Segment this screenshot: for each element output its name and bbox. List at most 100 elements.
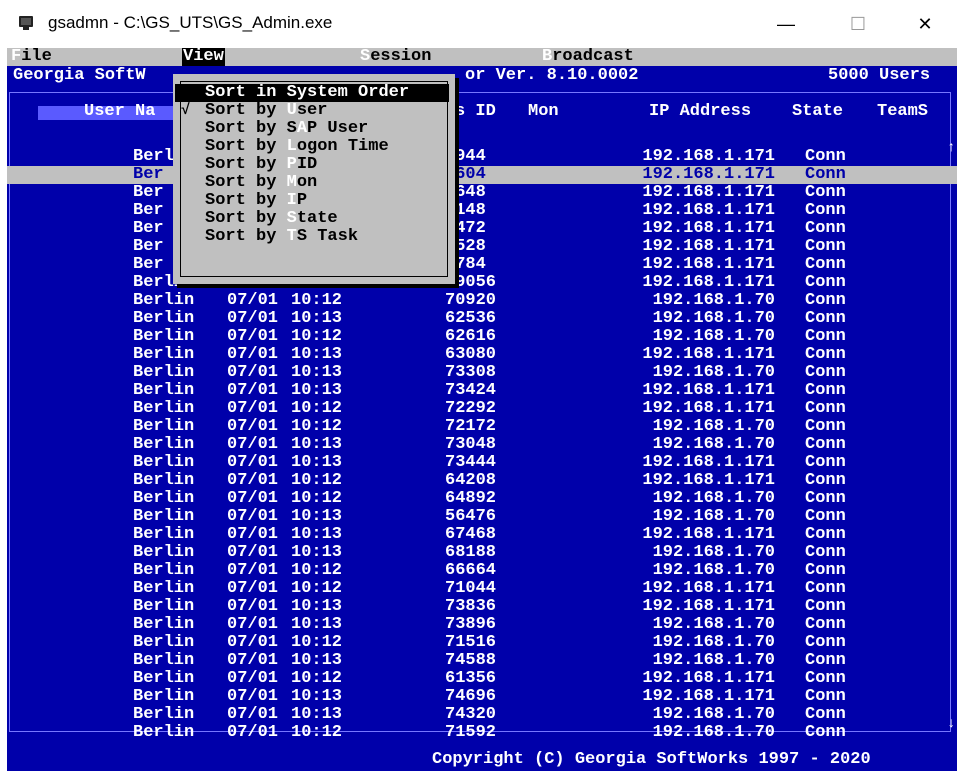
close-button[interactable]: ✕ [902, 0, 948, 48]
cell-user: Berlin [133, 291, 195, 310]
cell-id: 63080 [445, 345, 497, 364]
scroll-down-arrow[interactable]: ↓ [947, 716, 955, 732]
cell-time: 10:13 [291, 507, 343, 526]
label-text: tate [296, 209, 338, 228]
cell-time: 10:12 [291, 579, 343, 598]
window-title: gsadmn - C:\GS_UTS\GS_Admin.exe [48, 13, 333, 32]
table-row[interactable]: Berlin 07/01 10:13 73896 192.168.1.70 Conn [7, 616, 957, 634]
menu-session[interactable]: Session [360, 48, 431, 66]
table-row[interactable]: Berlin 07/01 10:13 74588 192.168.1.70 Conn [7, 652, 957, 670]
cell-ip: 192.168.1.171 [642, 345, 775, 364]
table-row[interactable]: Ber 0784 192.168.1.171 Conn [7, 256, 957, 274]
table-row[interactable]: Berlin 07/01 10:13 73836 192.168.1.171 Conn [7, 598, 957, 616]
cell-id: 73836 [445, 597, 497, 616]
table-row[interactable]: Berlin 07/01 10:12 71592 192.168.1.70 Conn [7, 724, 957, 742]
cell-ip: 192.168.1.70 [652, 615, 775, 634]
cell-state: Conn [805, 255, 846, 274]
cell-ip: 192.168.1.171 [642, 237, 775, 256]
table-row[interactable]: Berlin 07/01 10:12 66664 192.168.1.70 Conn [7, 562, 957, 580]
cell-ip: 192.168.1.171 [642, 669, 775, 688]
table-row[interactable]: Berlin 07/01 10:12 71044 192.168.1.171 Conn [7, 580, 957, 598]
column-header-user[interactable]: User Na [84, 103, 155, 121]
column-header-mon[interactable]: Mon [528, 103, 559, 121]
cell-time: 10:13 [291, 705, 343, 724]
table-row[interactable]: Berlin 07/01 10:12 62616 192.168.1.70 Conn [7, 328, 957, 346]
cell-ip: 192.168.1.171 [642, 525, 775, 544]
maximize-icon: ☐ [849, 13, 867, 34]
cell-date: 07/01 [227, 309, 279, 328]
column-header-teams[interactable]: TeamS [877, 103, 928, 121]
cell-ip: 192.168.1.171 [642, 687, 775, 706]
view-menu-item[interactable]: Sort by Mon [175, 174, 449, 192]
table-row[interactable]: Ber 4528 192.168.1.171 Conn [7, 238, 957, 256]
table-row[interactable]: Berlin07/0110:1269056192.168.1.171Conn [7, 274, 957, 292]
menu-broadcast[interactable]: Broadcast [542, 48, 634, 66]
view-menu-item-label: Sort by SAP User [205, 120, 368, 138]
cell-time: 10:13 [291, 525, 343, 544]
table-row[interactable]: Berlin 07/01 10:13 74320 192.168.1.70 Conn [7, 706, 957, 724]
table-row[interactable]: Berlin 07/01 10:13 67468 192.168.1.171 Conn [7, 526, 957, 544]
cell-id: 73896 [445, 615, 497, 634]
table-row[interactable]: Berlin 07/01 10:13 68188 192.168.1.70 Conn [7, 544, 957, 562]
label-text: Sort by S [205, 119, 297, 138]
column-header-id[interactable]: s ID [455, 103, 496, 121]
label-text: on [296, 173, 318, 192]
maximize-button[interactable]: ☐ [835, 0, 881, 48]
table-row[interactable]: Berlin 07/01 10:12 64208 192.168.1.171 Conn [7, 472, 957, 490]
table-row[interactable]: Berlin 07/01 10:13 73048 192.168.1.70 Conn [7, 436, 957, 454]
scroll-up-arrow[interactable]: ↑ [947, 140, 955, 156]
table-row[interactable]: Berlin 07/01 10:12 72172 192.168.1.70 Conn [7, 418, 957, 436]
table-row[interactable]: Berlin 07/01 10:13 62536 192.168.1.70 Conn [7, 310, 957, 328]
cell-user: Berlin [133, 525, 195, 544]
menu-bar: File View Session Broadcast [7, 48, 957, 66]
table-row[interactable]: Berlin 07/01 10:13 73308 192.168.1.70 Conn [7, 364, 957, 382]
minimize-button[interactable]: — [763, 0, 809, 48]
minimize-icon: — [777, 13, 795, 34]
table-row[interactable]: Berlin 07/01 10:13 63080 192.168.1.171 Conn [7, 346, 957, 364]
cell-state: Conn [805, 723, 846, 742]
view-menu-item[interactable]: Sort by State [175, 210, 449, 228]
table-row[interactable]: Ber 4472 192.168.1.171 Conn [7, 220, 957, 238]
cell-state: Conn [805, 363, 846, 382]
table-row[interactable]: Ber 3604 192.168.1.171 Conn [7, 166, 957, 184]
cell-ip: 192.168.1.171 [642, 273, 775, 292]
cell-time: 10:12 [291, 399, 343, 418]
view-menu-item-label: Sort by IP [205, 192, 307, 210]
table-row[interactable]: Ber 3148 192.168.1.171 Conn [7, 202, 957, 220]
table-row[interactable]: Berl 3944 192.168.1.171 Conn [7, 148, 957, 166]
view-menu-item[interactable]: Sort by SAP User [175, 120, 449, 138]
view-menu-item[interactable]: Sort by IP [175, 192, 449, 210]
column-header-ip[interactable]: IP Address [649, 103, 751, 121]
table-row[interactable]: Berlin 07/01 10:12 72292 192.168.1.171 Conn [7, 400, 957, 418]
cell-time: 10:12 [291, 669, 343, 688]
column-header-state[interactable]: State [792, 103, 843, 121]
table-row[interactable]: Berlin 07/01 10:13 74696 192.168.1.171 Conn [7, 688, 957, 706]
label-text: Sort in [205, 83, 287, 102]
view-menu-item[interactable]: Sort by PID [175, 156, 449, 174]
cell-date: 07/01 [227, 435, 279, 454]
cell-ip: 192.168.1.171 [642, 201, 775, 220]
cell-ip: 192.168.1.171 [642, 219, 775, 238]
table-row[interactable]: Berlin 07/01 10:12 71516 192.168.1.70 Conn [7, 634, 957, 652]
cell-state: Conn [805, 183, 846, 202]
cell-date: 07/01 [227, 489, 279, 508]
cell-id: 74696 [445, 687, 497, 706]
cell-time: 10:13 [291, 615, 343, 634]
table-row[interactable]: Berlin 07/01 10:12 61356 192.168.1.171 Conn [7, 670, 957, 688]
table-row[interactable]: Berlin 07/01 10:13 56476 192.168.1.70 Conn [7, 508, 957, 526]
menu-file[interactable]: File [11, 48, 52, 66]
view-menu-item[interactable]: Sort by TS Task [175, 228, 449, 246]
view-menu-item[interactable]: √ Sort by User [175, 102, 449, 120]
table-row[interactable]: Ber 1648 192.168.1.171 Conn [7, 184, 957, 202]
cell-ip: 192.168.1.171 [642, 453, 775, 472]
cell-ip: 192.168.1.171 [642, 165, 775, 184]
view-menu-item[interactable]: Sort in System Order [175, 84, 449, 102]
cell-time: 10:13 [291, 453, 343, 472]
table-row[interactable]: Berlin 07/01 10:13 73444 192.168.1.171 Conn [7, 454, 957, 472]
cell-time: 10:13 [291, 381, 343, 400]
view-menu-item[interactable]: Sort by Logon Time [175, 138, 449, 156]
table-row[interactable]: Berlin 07/01 10:13 73424 192.168.1.171 Conn [7, 382, 957, 400]
table-row[interactable]: Berlin 07/01 10:12 70920 192.168.1.70 Conn [7, 292, 957, 310]
menu-view[interactable]: View [182, 48, 225, 66]
table-row[interactable]: Berlin 07/01 10:12 64892 192.168.1.70 Conn [7, 490, 957, 508]
